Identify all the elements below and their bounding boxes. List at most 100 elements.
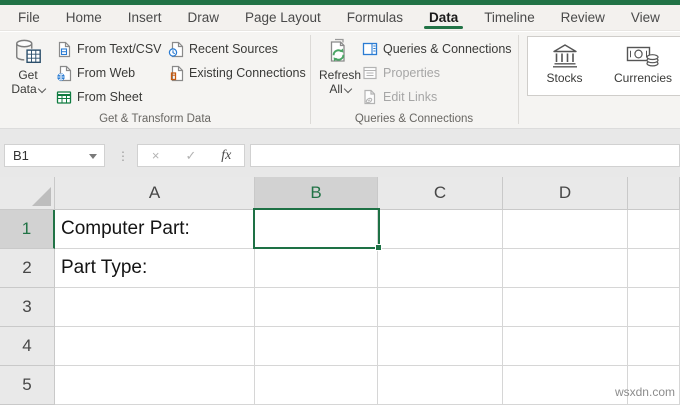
recent-sources-button[interactable]: Recent Sources [168,37,278,61]
bank-icon [552,44,577,68]
sheet-grid-icon [56,90,72,104]
select-all-triangle-icon [32,187,51,206]
tab-data[interactable]: Data [423,5,464,30]
excel-window: File Home Insert Draw Page Layout Formul… [0,0,680,405]
name-box[interactable]: B1 [4,144,105,167]
column-header-c[interactable]: C [378,177,503,210]
recent-sources-icon [168,41,184,57]
cell-b1-selected[interactable] [255,210,378,249]
properties-button[interactable]: Properties [362,61,440,85]
cell-c3[interactable] [378,288,503,327]
from-sheet-button[interactable]: From Sheet [56,85,142,109]
column-header-d[interactable]: D [503,177,628,210]
row-header-4[interactable]: 4 [0,327,55,366]
chevron-down-icon [343,84,352,94]
get-transform-column-2: Recent Sources Existing Connections [168,37,306,85]
tab-insert[interactable]: Insert [126,5,164,30]
text-csv-file-icon [58,41,71,57]
cell-a5[interactable] [55,366,255,405]
cell-d3[interactable] [503,288,628,327]
ribbon-group-separator [310,35,311,124]
group-label-queries: Queries & Connections [354,113,474,125]
cell-e3[interactable] [628,288,680,327]
tab-home[interactable]: Home [64,5,104,30]
ribbon-data-tab-panel: Get Data From Text/CSV From Web From She… [0,32,680,128]
chevron-down-icon [37,84,46,94]
web-globe-file-icon [57,65,72,81]
cell-a1[interactable]: Computer Part: [55,210,255,249]
cell-d5[interactable] [503,366,628,405]
worksheet: A B C D 1 Computer Part: 2 Part Type: 3 … [0,177,680,405]
stocks-label: Stocks [546,71,583,85]
cell-d4[interactable] [503,327,628,366]
cell-a3[interactable] [55,288,255,327]
cell-d2[interactable] [503,249,628,288]
tab-page-layout[interactable]: Page Layout [243,5,323,30]
name-box-dropdown-icon[interactable] [89,154,97,159]
cell-b5[interactable] [255,366,378,405]
cell-b3[interactable] [255,288,378,327]
name-box-value: B1 [13,148,29,163]
refresh-all-label: Refresh All [318,68,362,96]
tab-draw[interactable]: Draw [185,5,221,30]
column-header-b-selected[interactable]: B [255,177,378,210]
ribbon-group-separator [518,35,519,124]
cell-b2[interactable] [255,249,378,288]
currencies-label: Currencies [613,71,673,85]
cell-e4[interactable] [628,327,680,366]
tab-file[interactable]: File [16,5,42,30]
enter-button[interactable]: ✓ [173,145,208,166]
currencies-button[interactable]: Currencies [601,37,680,95]
ribbon-tab-bar: File Home Insert Draw Page Layout Formul… [0,5,680,31]
cell-d1[interactable] [503,210,628,249]
formula-bar-resize-dots[interactable]: ⋮ [116,144,130,167]
row-header-1-selected[interactable]: 1 [0,210,55,249]
cell-e2[interactable] [628,249,680,288]
cell-c1[interactable] [378,210,503,249]
get-data-button[interactable]: Get Data [4,35,52,96]
cell-a4[interactable] [55,327,255,366]
row-header-3[interactable]: 3 [0,288,55,327]
group-label-get-transform: Get & Transform Data [99,113,211,125]
tab-review[interactable]: Review [559,5,607,30]
edit-links-button[interactable]: Edit Links [362,85,437,109]
cell-c2[interactable] [378,249,503,288]
from-text-csv-button[interactable]: From Text/CSV [56,37,162,61]
row-header-5[interactable]: 5 [0,366,55,405]
select-all-corner[interactable] [0,177,55,210]
refresh-all-icon [330,38,345,62]
stocks-button[interactable]: Stocks [528,37,601,95]
formula-button-cluster: × ✓ fx [137,144,245,167]
row-header-2[interactable]: 2 [0,249,55,288]
existing-connections-icon [170,65,184,81]
edit-links-icon [364,89,376,105]
cell-b4[interactable] [255,327,378,366]
cell-c4[interactable] [378,327,503,366]
refresh-all-button[interactable]: Refresh All [316,35,364,96]
queries-pane-icon [362,42,378,56]
formula-bar-input[interactable] [250,144,680,167]
database-icon [16,39,41,64]
banknote-coins-icon [626,46,659,67]
formula-bar-row: B1 ⋮ × ✓ fx [0,128,680,177]
tab-formulas[interactable]: Formulas [345,5,405,30]
tab-view[interactable]: View [629,5,662,30]
cell-e1[interactable] [628,210,680,249]
get-data-label: Get Data [4,68,52,96]
worksheet-grid: A B C D 1 Computer Part: 2 Part Type: 3 … [0,177,680,405]
cancel-button[interactable]: × [138,145,173,166]
existing-connections-button[interactable]: Existing Connections [168,61,306,85]
insert-function-button[interactable]: fx [209,145,244,166]
queries-column: Queries & Connections Properties Edit Li… [362,37,512,109]
column-header-a[interactable]: A [55,177,255,210]
column-header-e-partial[interactable] [628,177,680,210]
queries-connections-button[interactable]: Queries & Connections [362,37,512,61]
get-transform-column-1: From Text/CSV From Web From Sheet [56,37,162,109]
from-web-button[interactable]: From Web [56,61,135,85]
tab-timeline[interactable]: Timeline [482,5,537,30]
data-types-gallery: Stocks Currencies [527,36,680,96]
properties-icon [363,66,377,80]
cell-a2[interactable]: Part Type: [55,249,255,288]
cell-c5[interactable] [378,366,503,405]
watermark-text: wsxdn.com [614,385,675,399]
